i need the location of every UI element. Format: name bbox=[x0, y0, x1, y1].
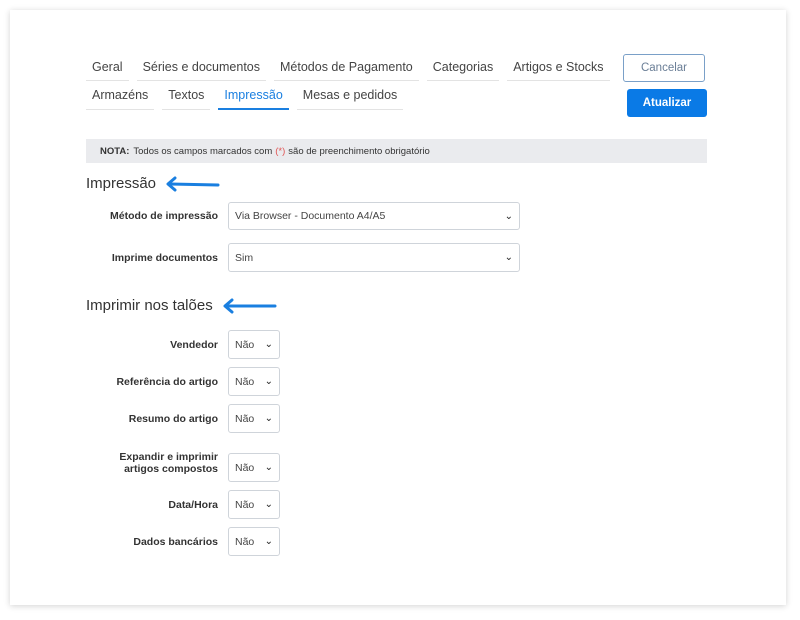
seller-value: Não bbox=[235, 338, 255, 351]
print-method-value: Via Browser - Documento A4/A5 bbox=[235, 210, 386, 222]
tab-series-documentos[interactable]: Séries e documentos bbox=[136, 56, 267, 81]
label-bank-details: Dados bancários bbox=[133, 536, 218, 548]
chevron-down-icon: ⌄ bbox=[264, 339, 273, 350]
cancel-button[interactable]: Cancelar bbox=[623, 54, 705, 82]
label-item-reference: Referência do artigo bbox=[116, 376, 218, 388]
note-text-before: Todos os campos marcados com bbox=[133, 145, 273, 157]
chevron-down-icon: ⌄ bbox=[264, 376, 273, 387]
bank-details-value: Não bbox=[235, 535, 255, 548]
tab-armazens[interactable]: Armazéns bbox=[86, 84, 155, 110]
expand-composite-value: Não bbox=[235, 461, 255, 474]
tab-categorias[interactable]: Categorias bbox=[426, 56, 500, 81]
note-text-after: são de preenchimento obrigatório bbox=[288, 145, 430, 157]
section-title-receipts: Imprimir nos talões bbox=[86, 297, 277, 314]
item-reference-value: Não bbox=[235, 375, 255, 388]
tabs-row-2: Armazéns Textos Impressão Mesas e pedido… bbox=[86, 84, 404, 110]
arrow-left-icon bbox=[223, 298, 277, 313]
chevron-down-icon: ⌄ bbox=[264, 462, 273, 473]
tab-geral[interactable]: Geral bbox=[86, 56, 129, 81]
expand-composite-select[interactable]: Não ⌄ bbox=[228, 453, 280, 482]
section-title-print: Impressão bbox=[86, 175, 220, 192]
tab-impressao[interactable]: Impressão bbox=[218, 84, 289, 110]
item-summary-value: Não bbox=[235, 412, 255, 425]
date-time-select[interactable]: Não ⌄ bbox=[228, 490, 280, 519]
tab-artigos-stocks[interactable]: Artigos e Stocks bbox=[507, 56, 610, 81]
note-label: NOTA: bbox=[100, 145, 130, 157]
label-date-time: Data/Hora bbox=[168, 499, 218, 511]
chevron-down-icon: ⌄ bbox=[504, 210, 513, 222]
label-item-summary: Resumo do artigo bbox=[128, 413, 218, 425]
section-title-receipts-text: Imprimir nos talões bbox=[86, 297, 213, 314]
update-button[interactable]: Atualizar bbox=[627, 89, 707, 117]
label-print-documents: Imprime documentos bbox=[111, 252, 218, 264]
tab-textos[interactable]: Textos bbox=[162, 84, 211, 110]
section-title-print-text: Impressão bbox=[86, 175, 157, 192]
arrow-left-icon bbox=[166, 176, 220, 191]
item-summary-select[interactable]: Não ⌄ bbox=[228, 404, 280, 433]
bank-details-select[interactable]: Não ⌄ bbox=[228, 527, 280, 556]
label-seller: Vendedor bbox=[170, 339, 218, 351]
tab-mesas-pedidos[interactable]: Mesas e pedidos bbox=[296, 84, 404, 110]
label-expand-composite: Expandir e imprimir artigos compostos bbox=[86, 451, 218, 475]
chevron-down-icon: ⌄ bbox=[264, 499, 273, 510]
tab-metodos-pagamento[interactable]: Métodos de Pagamento bbox=[274, 56, 419, 81]
date-time-value: Não bbox=[235, 498, 255, 511]
item-reference-select[interactable]: Não ⌄ bbox=[228, 367, 280, 396]
required-fields-note: NOTA: Todos os campos marcados com (*) s… bbox=[86, 139, 707, 163]
print-documents-value: Sim bbox=[235, 251, 254, 264]
chevron-down-icon: ⌄ bbox=[264, 413, 273, 424]
print-documents-select[interactable]: Sim ⌄ bbox=[228, 243, 520, 272]
chevron-down-icon: ⌄ bbox=[504, 252, 513, 263]
label-expand-composite-line2: artigos compostos bbox=[124, 463, 218, 475]
required-mark: (*) bbox=[275, 145, 286, 157]
tabs-row-1: Geral Séries e documentos Métodos de Pag… bbox=[86, 56, 610, 81]
seller-select[interactable]: Não ⌄ bbox=[228, 330, 280, 359]
print-method-select[interactable]: Via Browser - Documento A4/A5 ⌄ bbox=[228, 202, 520, 230]
label-print-method: Método de impressão bbox=[110, 210, 218, 222]
label-expand-composite-line1: Expandir e imprimir bbox=[119, 451, 218, 463]
chevron-down-icon: ⌄ bbox=[264, 536, 273, 547]
